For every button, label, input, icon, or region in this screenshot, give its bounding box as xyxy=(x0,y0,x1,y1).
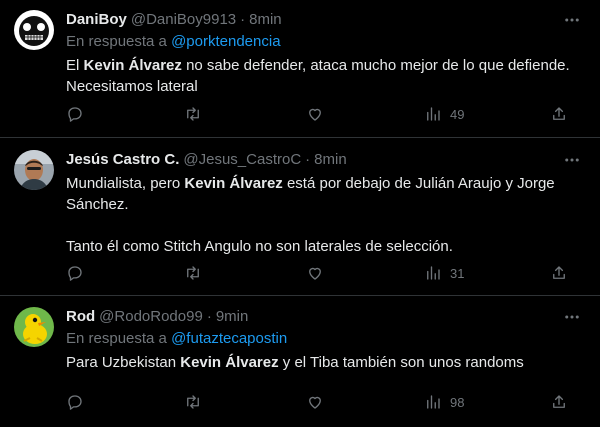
reply-mention[interactable]: @futaztecapostin xyxy=(171,330,287,347)
tweet-feed: DaniBoy @DaniBoy9913 · 8min En respuesta… xyxy=(0,0,600,427)
user-handle[interactable]: @Jesus_CastroC xyxy=(183,150,301,169)
reply-button[interactable] xyxy=(66,264,84,282)
text-segment: Para Uzbekistan xyxy=(66,354,181,371)
retweet-icon xyxy=(187,395,199,409)
text-segment: y el Tiba también son unos randoms xyxy=(278,354,524,371)
tweet-text: El Kevin Álvarez no sabe defender, ataca… xyxy=(66,55,586,97)
retweet-button[interactable] xyxy=(184,105,202,123)
separator-dot: · xyxy=(206,308,212,325)
display-name[interactable]: DaniBoy xyxy=(66,10,127,29)
like-button[interactable] xyxy=(306,105,324,123)
avatar[interactable] xyxy=(14,307,54,347)
timestamp[interactable]: 8min xyxy=(249,10,282,29)
reply-prefix: En respuesta a xyxy=(66,33,172,50)
display-name[interactable]: Rod xyxy=(66,307,95,326)
more-icon[interactable] xyxy=(562,150,582,170)
timestamp[interactable]: 8min xyxy=(314,150,347,169)
like-button[interactable] xyxy=(306,264,324,282)
retweet-icon xyxy=(187,266,199,280)
like-icon xyxy=(309,267,321,280)
tweet[interactable]: Rod @RodoRodo99 · 9min En respuesta a @f… xyxy=(0,296,600,427)
user-handle[interactable]: @RodoRodo99 xyxy=(99,307,203,326)
text-highlight: Kevin Álvarez xyxy=(83,57,182,74)
share-button[interactable] xyxy=(550,264,568,282)
like-icon xyxy=(309,108,321,121)
separator-dot: · xyxy=(305,151,311,168)
share-button[interactable] xyxy=(550,105,568,123)
text-highlight: Kevin Álvarez xyxy=(184,175,283,192)
views-button[interactable]: 98 xyxy=(424,393,464,411)
views-count: 98 xyxy=(450,394,465,410)
action-bar: 49 xyxy=(66,104,586,124)
reply-icon xyxy=(68,266,82,281)
text-highlight: Kevin Álvarez xyxy=(180,354,279,371)
tweet-header: Jesús Castro C. @Jesus_CastroC · 8min xyxy=(66,150,586,169)
reply-button[interactable] xyxy=(66,393,84,411)
tweet[interactable]: DaniBoy @DaniBoy9913 · 8min En respuesta… xyxy=(0,0,600,138)
share-icon xyxy=(553,395,565,408)
views-count: 49 xyxy=(450,106,465,122)
avatar[interactable] xyxy=(14,150,54,190)
like-button[interactable] xyxy=(306,393,324,411)
more-icon[interactable] xyxy=(562,10,582,30)
tweet[interactable]: Jesús Castro C. @Jesus_CastroC · 8min Mu… xyxy=(0,138,600,296)
text-segment: Mundialista, pero xyxy=(66,175,185,192)
reply-icon xyxy=(68,107,82,122)
separator-dot: · xyxy=(240,11,246,28)
timestamp[interactable]: 9min xyxy=(216,307,249,326)
more-icon[interactable] xyxy=(562,307,582,327)
reply-context: En respuesta a @porktendencia xyxy=(66,32,586,51)
retweet-icon xyxy=(187,107,199,121)
views-button[interactable]: 49 xyxy=(424,105,464,123)
tweet-text: Para Uzbekistan Kevin Álvarez y el Tiba … xyxy=(66,352,586,373)
retweet-button[interactable] xyxy=(184,264,202,282)
reply-context: En respuesta a @futaztecapostin xyxy=(66,329,586,348)
text-segment: El xyxy=(66,57,84,74)
avatar[interactable] xyxy=(14,10,54,50)
like-icon xyxy=(309,396,321,409)
tweet-header: DaniBoy @DaniBoy9913 · 8min xyxy=(66,10,586,29)
views-icon xyxy=(427,395,440,409)
views-button[interactable]: 31 xyxy=(424,264,464,282)
tweet-text: Mundialista, pero Kevin Álvarez está por… xyxy=(66,173,586,257)
views-icon xyxy=(427,266,440,280)
views-count: 31 xyxy=(450,265,465,281)
reply-icon xyxy=(68,395,82,410)
share-button[interactable] xyxy=(550,393,568,411)
share-icon xyxy=(553,107,565,120)
display-name[interactable]: Jesús Castro C. xyxy=(66,150,179,169)
views-icon xyxy=(427,107,440,121)
share-icon xyxy=(553,266,565,279)
reply-button[interactable] xyxy=(66,105,84,123)
reply-prefix: En respuesta a xyxy=(66,330,172,347)
user-handle[interactable]: @DaniBoy9913 xyxy=(131,10,236,29)
reply-mention[interactable]: @porktendencia xyxy=(171,33,280,50)
action-bar: 98 xyxy=(66,392,586,412)
retweet-button[interactable] xyxy=(184,393,202,411)
action-bar: 31 xyxy=(66,263,586,283)
tweet-header: Rod @RodoRodo99 · 9min xyxy=(66,307,586,326)
